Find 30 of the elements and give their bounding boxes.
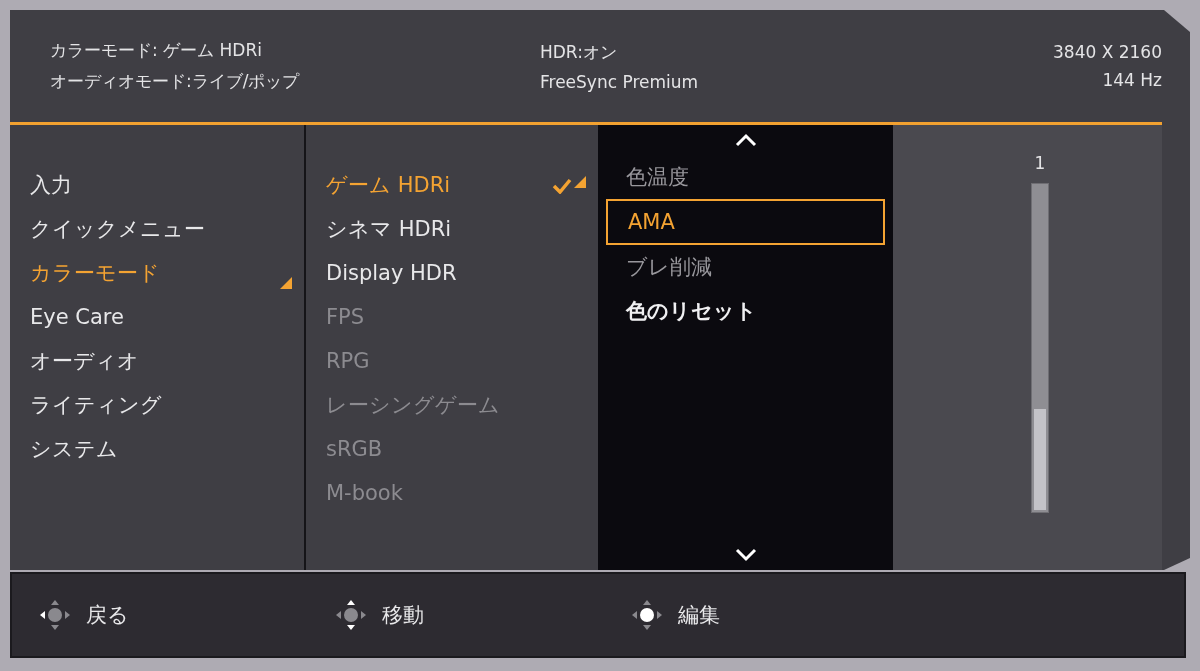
hint-label: 戻る [86, 602, 129, 629]
submenu-indicator-icon [280, 277, 292, 289]
joystick-icon [334, 598, 368, 632]
hint-label: 移動 [382, 602, 424, 629]
status-text: カラーモード: ゲーム HDRi [50, 39, 263, 62]
joystick-icon [38, 598, 72, 632]
value-slider[interactable] [1031, 183, 1049, 513]
menu-item[interactable]: カラーモード [30, 259, 160, 287]
status-text: FreeSync Premium [540, 71, 700, 92]
hint-label: 編集 [678, 602, 720, 629]
chevron-up-icon [734, 133, 757, 147]
menu-item[interactable]: 入力 [30, 171, 72, 199]
slider-value: 1 [1034, 153, 1046, 173]
menu-item[interactable]: システム [30, 435, 118, 463]
chevron-down-icon [734, 548, 757, 562]
joystick-icon [630, 598, 664, 632]
menu-item[interactable]: Eye Care [30, 305, 124, 329]
menu-item[interactable]: ライティング [30, 391, 162, 419]
status-text: 144 Hz [1102, 70, 1162, 90]
setting-item[interactable]: AMA [606, 199, 885, 245]
setting-item[interactable]: 色のリセット [606, 289, 885, 333]
status-text: オーディオモード:ライブ/ポップ [50, 70, 301, 93]
submenu-indicator-icon [574, 176, 586, 188]
color-mode-item[interactable]: Display HDR [326, 261, 457, 285]
menu-item[interactable]: オーディオ [30, 347, 139, 375]
color-mode-item[interactable]: ゲーム HDRi [326, 171, 451, 199]
status-text: 3840 X 2160 [1053, 42, 1162, 62]
status-text: HDR:オン [540, 40, 618, 64]
menu-item[interactable]: クイックメニュー [30, 215, 205, 243]
color-mode-item[interactable]: シネマ HDRi [326, 215, 452, 243]
